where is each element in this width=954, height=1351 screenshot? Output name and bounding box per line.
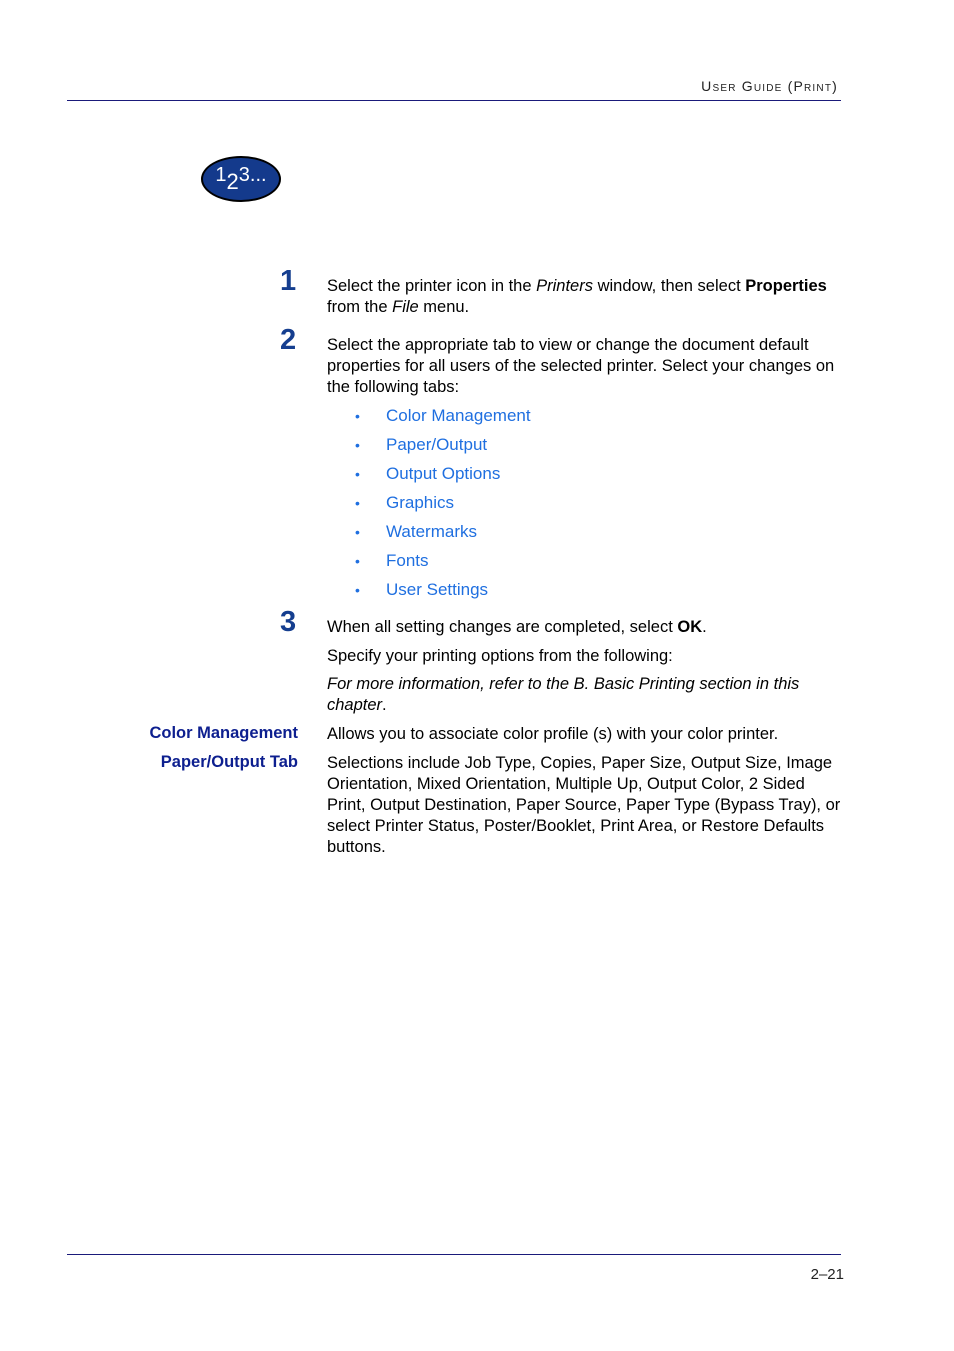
step-2-text: Select the appropriate tab to view or ch… [327,336,835,396]
step-1-text: Select the printer icon in the Printers … [327,277,827,316]
badge-digit-1: 1 [215,163,227,186]
definition-color-management: Allows you to associate color profile (s… [327,725,779,743]
badge-digit-2: 2 [226,169,239,194]
list-item: • User Settings [353,579,531,608]
step-number-1: 1 [280,265,297,297]
steps-123-icon: 1 2 3... [201,156,281,202]
tab-links-list: • Color Management • Paper/Output • Output … [353,405,531,608]
list-item: • Fonts [353,550,531,579]
link-watermarks[interactable]: Watermarks [386,521,477,550]
term-paper-output-tab: Paper/Output Tab [160,753,298,771]
list-item: • Output Options [353,463,531,492]
list-item: • Color Management [353,405,531,434]
link-paper-output[interactable]: Paper/Output [386,434,487,463]
list-item: • Watermarks [353,521,531,550]
step-number-3: 3 [280,606,297,638]
link-output-options[interactable]: Output Options [386,463,500,492]
header-rule [67,100,841,101]
step-3-text: When all setting changes are completed, … [327,618,707,636]
running-header: User Guide (Print) [701,78,838,94]
link-graphics[interactable]: Graphics [386,492,454,521]
link-fonts[interactable]: Fonts [386,550,429,579]
link-user-settings[interactable]: User Settings [386,579,488,608]
page-number: 2–21 [810,1266,844,1283]
badge-digit-3: 3... [238,163,267,186]
definition-paper-output-tab: Selections include Job Type, Copies, Pap… [327,754,841,856]
footer-rule [67,1254,841,1255]
step-number-2: 2 [280,324,297,356]
link-color-management[interactable]: Color Management [386,405,531,434]
list-item: • Paper/Output [353,434,531,463]
step-3-followup: Specify your printing options from the f… [327,647,673,665]
term-color-management: Color Management [149,724,298,742]
step-3-note: For more information, refer to the B. Ba… [327,675,800,714]
list-item: • Graphics [353,492,531,521]
